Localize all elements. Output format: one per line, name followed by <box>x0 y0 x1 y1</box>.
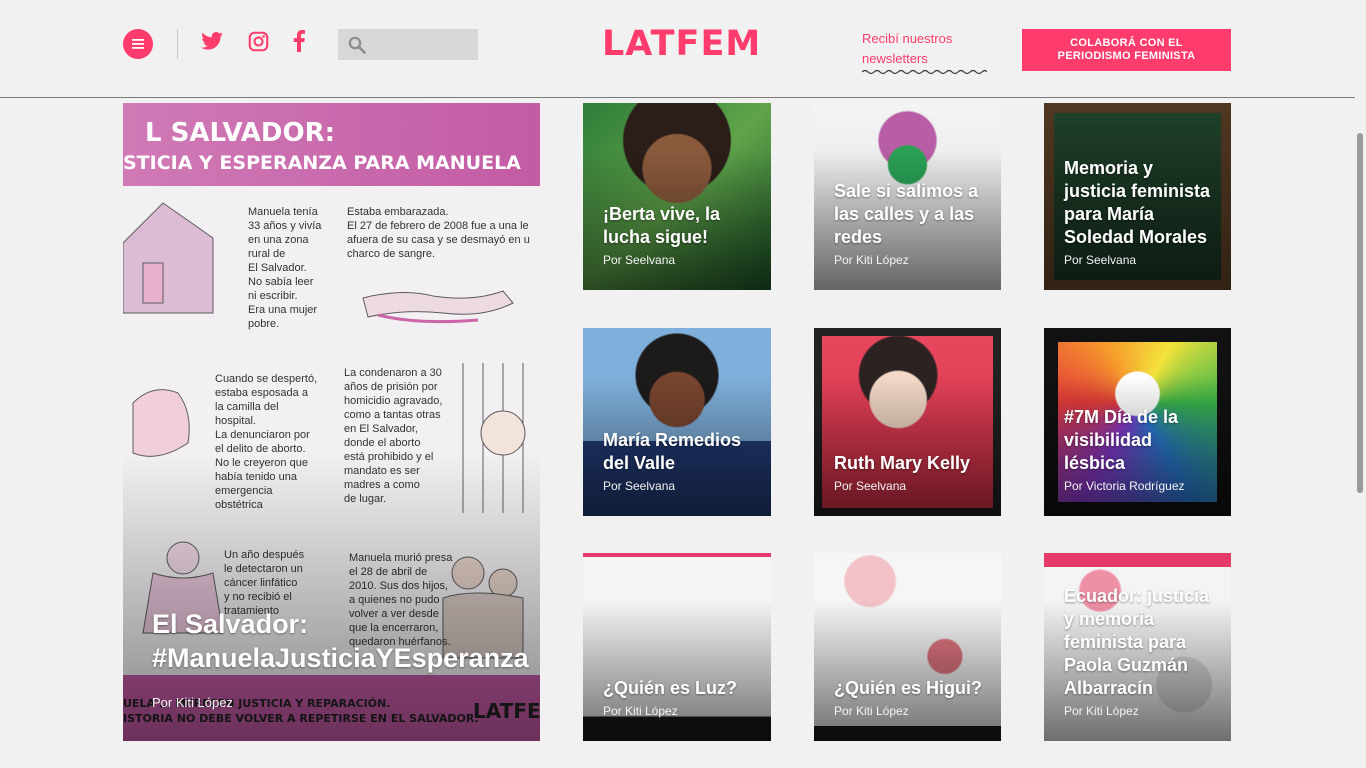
card-caption: ¿Quién es Higui? Por Kiti López <box>834 677 987 719</box>
card-caption: Memoria y justicia feminista para María … <box>1064 157 1217 268</box>
article-card[interactable]: Ecuador: justicia y memoria feminista pa… <box>1044 553 1231 741</box>
instagram-link[interactable] <box>247 29 269 53</box>
twitter-icon <box>201 32 223 50</box>
card-title[interactable]: Ecuador: justicia y memoria feminista pa… <box>1064 585 1217 700</box>
article-card[interactable]: Ruth Mary Kelly Por Seelvana <box>814 328 1001 516</box>
header-divider <box>177 29 178 59</box>
card-author[interactable]: Por Kiti López <box>834 252 987 268</box>
newsletter-text: Recibí nuestros newsletters <box>862 31 953 66</box>
featured-article-card[interactable]: Manuela tenía33 años y vivía en una zona… <box>123 103 540 741</box>
search-input[interactable] <box>372 36 476 53</box>
site-logo[interactable]: LATFEM <box>602 24 761 64</box>
menu-button[interactable] <box>123 29 153 59</box>
card-caption: #7M Día de la visibilidad lésbica Por Vi… <box>1064 406 1217 494</box>
card-title[interactable]: Ruth Mary Kelly <box>834 452 987 475</box>
article-card[interactable]: #7M Día de la visibilidad lésbica Por Vi… <box>1044 328 1231 516</box>
site-header: LATFEM Recibí nuestros newsletters COLAB… <box>0 0 1366 98</box>
card-caption: María Remedios del Valle Por Seelvana <box>603 429 757 494</box>
card-title[interactable]: María Remedios del Valle <box>603 429 757 475</box>
card-author[interactable]: Por Victoria Rodríguez <box>1064 478 1217 494</box>
featured-title[interactable]: El Salvador: #ManuelaJusticiaYEsperanza <box>152 607 529 675</box>
instagram-icon <box>248 31 268 51</box>
article-card[interactable]: ¿Quién es Higui? Por Kiti López <box>814 553 1001 741</box>
featured-author[interactable]: Por Kiti López <box>152 695 526 711</box>
card-author[interactable]: Por Kiti López <box>603 703 757 719</box>
card-title[interactable]: ¿Quién es Higui? <box>834 677 987 700</box>
featured-caption: El Salvador: #ManuelaJusticiaYEsperanza … <box>152 607 529 711</box>
card-title[interactable]: Sale si salimos a las calles y a las red… <box>834 180 987 249</box>
card-author[interactable]: Por Seelvana <box>603 478 757 494</box>
collaborate-button[interactable]: COLABORÁ CON EL PERIODISMO FEMINISTA <box>1022 29 1231 71</box>
card-title[interactable]: ¡Berta vive, la lucha sigue! <box>603 203 757 249</box>
card-title[interactable]: #7M Día de la visibilidad lésbica <box>1064 406 1217 475</box>
facebook-icon <box>293 30 305 52</box>
search-icon <box>348 36 366 54</box>
card-caption: Ecuador: justicia y memoria feminista pa… <box>1064 585 1217 719</box>
card-author[interactable]: Por Seelvana <box>1064 252 1217 268</box>
squiggle-underline <box>862 69 987 75</box>
article-card[interactable]: ¿Quién es Luz? Por Kiti López <box>583 553 771 741</box>
card-author[interactable]: Por Kiti López <box>834 703 987 719</box>
article-card[interactable]: María Remedios del Valle Por Seelvana <box>583 328 771 516</box>
card-caption: Sale si salimos a las calles y a las red… <box>834 180 987 268</box>
card-author[interactable]: Por Seelvana <box>834 478 987 494</box>
twitter-link[interactable] <box>200 29 224 53</box>
article-card[interactable]: Memoria y justicia feminista para María … <box>1044 103 1231 290</box>
card-caption: Ruth Mary Kelly Por Seelvana <box>834 452 987 494</box>
card-caption: ¡Berta vive, la lucha sigue! Por Seelvan… <box>603 203 757 268</box>
search-box[interactable] <box>338 29 478 60</box>
card-author[interactable]: Por Kiti López <box>1064 703 1217 719</box>
card-title[interactable]: ¿Quién es Luz? <box>603 677 757 700</box>
article-card[interactable]: Sale si salimos a las calles y a las red… <box>814 103 1001 290</box>
card-title[interactable]: Memoria y justicia feminista para María … <box>1064 157 1217 249</box>
scrollbar-thumb[interactable] <box>1357 133 1363 493</box>
card-caption: ¿Quién es Luz? Por Kiti López <box>603 677 757 719</box>
facebook-link[interactable] <box>290 29 308 53</box>
newsletter-link[interactable]: Recibí nuestros newsletters <box>862 29 987 75</box>
article-card[interactable]: ¡Berta vive, la lucha sigue! Por Seelvan… <box>583 103 771 290</box>
menu-icon <box>132 39 144 49</box>
card-author[interactable]: Por Seelvana <box>603 252 757 268</box>
